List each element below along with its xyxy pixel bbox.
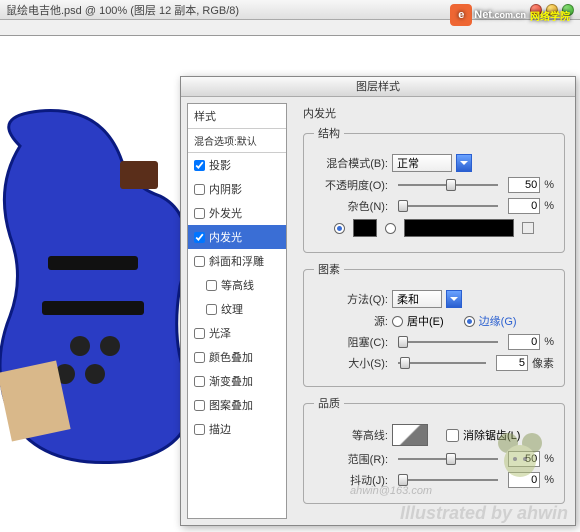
document-title: 鼠绘电吉他.psd @ 100% (图层 12 副本, RGB/8)	[6, 2, 239, 18]
opacity-label: 不透明度(O):	[314, 177, 388, 193]
style-checkbox[interactable]	[206, 304, 217, 315]
quality-legend: 品质	[314, 395, 344, 411]
source-center-radio[interactable]	[392, 316, 403, 327]
style-checkbox[interactable]	[194, 352, 205, 363]
choke-slider[interactable]	[398, 341, 498, 343]
opacity-slider[interactable]	[398, 184, 498, 186]
style-item-label: 图案叠加	[209, 397, 253, 413]
style-item[interactable]: 等高线	[188, 273, 286, 297]
structure-group: 结构 混合模式(B): 正常 不透明度(O): % 杂色(N):	[303, 125, 565, 253]
style-item-label: 投影	[209, 157, 231, 173]
style-checkbox[interactable]	[194, 400, 205, 411]
range-label: 范围(R):	[314, 451, 388, 467]
blend-options-item[interactable]: 混合选项:默认	[188, 129, 286, 153]
elements-group: 图素 方法(Q): 柔和 源: 居中(E) 边缘(G)	[303, 261, 565, 387]
choke-label: 阻塞(C):	[314, 334, 388, 350]
style-item[interactable]: 投影	[188, 153, 286, 177]
color-swatch[interactable]	[353, 219, 377, 237]
antialias-checkbox[interactable]	[446, 429, 459, 442]
style-item[interactable]: 光泽	[188, 321, 286, 345]
size-label: 大小(S):	[314, 355, 388, 371]
noise-input[interactable]	[508, 198, 540, 214]
style-item[interactable]: 图案叠加	[188, 393, 286, 417]
illustrated-by: Illustrated by ahwin	[400, 503, 568, 524]
style-item[interactable]: 纹理	[188, 297, 286, 321]
noise-unit: %	[544, 200, 554, 212]
panel-title: 内发光	[303, 105, 565, 121]
opacity-unit: %	[544, 179, 554, 191]
size-unit: 像素	[532, 355, 554, 371]
source-label: 源:	[314, 313, 388, 329]
size-input[interactable]	[496, 355, 528, 371]
structure-legend: 结构	[314, 125, 344, 141]
mascot-watermark	[490, 429, 550, 492]
opacity-input[interactable]	[508, 177, 540, 193]
range-slider[interactable]	[398, 458, 498, 460]
style-list: 样式 混合选项:默认 投影内阴影外发光内发光斜面和浮雕等高线纹理光泽颜色叠加渐变…	[187, 103, 287, 519]
style-item-label: 等高线	[221, 277, 254, 293]
style-item-label: 纹理	[221, 301, 243, 317]
style-checkbox[interactable]	[194, 232, 205, 243]
dropdown-arrow-icon[interactable]	[446, 290, 462, 308]
style-checkbox[interactable]	[194, 208, 205, 219]
style-item-label: 内阴影	[209, 181, 242, 197]
style-checkbox[interactable]	[194, 328, 205, 339]
style-checkbox[interactable]	[194, 376, 205, 387]
choke-input[interactable]	[508, 334, 540, 350]
gradient-source-radio[interactable]	[385, 223, 396, 234]
blend-mode-label: 混合模式(B):	[314, 155, 388, 171]
gradient-dropdown-icon[interactable]	[522, 222, 534, 234]
style-list-header[interactable]: 样式	[188, 104, 286, 129]
style-checkbox[interactable]	[194, 184, 205, 195]
style-item-label: 外发光	[209, 205, 242, 221]
style-item-label: 颜色叠加	[209, 349, 253, 365]
contour-label: 等高线:	[314, 427, 388, 443]
canvas-area: 图层样式 样式 混合选项:默认 投影内阴影外发光内发光斜面和浮雕等高线纹理光泽颜…	[0, 36, 580, 532]
style-item[interactable]: 描边	[188, 417, 286, 441]
watermark-logo: e Net .com.cn 网络学院	[450, 4, 570, 26]
noise-label: 杂色(N):	[314, 198, 388, 214]
style-item-label: 光泽	[209, 325, 231, 341]
style-checkbox[interactable]	[194, 424, 205, 435]
style-item[interactable]: 斜面和浮雕	[188, 249, 286, 273]
dropdown-arrow-icon[interactable]	[456, 154, 472, 172]
email-credit: ahwin@163.com	[350, 485, 432, 497]
style-item-label: 渐变叠加	[209, 373, 253, 389]
size-slider[interactable]	[398, 362, 486, 364]
style-checkbox[interactable]	[194, 160, 205, 171]
noise-slider[interactable]	[398, 205, 498, 207]
contour-picker[interactable]	[392, 424, 428, 446]
style-item-label: 斜面和浮雕	[209, 253, 264, 269]
gradient-picker[interactable]	[404, 219, 514, 237]
technique-select[interactable]: 柔和	[392, 290, 442, 308]
style-checkbox[interactable]	[206, 280, 217, 291]
style-item-label: 描边	[209, 421, 231, 437]
technique-label: 方法(Q):	[314, 291, 388, 307]
source-center-label: 居中(E)	[407, 313, 444, 329]
style-item[interactable]: 外发光	[188, 201, 286, 225]
dialog-title: 图层样式	[181, 77, 575, 97]
blend-mode-select[interactable]: 正常	[392, 154, 452, 172]
choke-unit: %	[544, 336, 554, 348]
source-edge-label: 边缘(G)	[479, 313, 517, 329]
style-item[interactable]: 内发光	[188, 225, 286, 249]
style-checkbox[interactable]	[194, 256, 205, 267]
color-source-radio[interactable]	[334, 223, 345, 234]
style-item-label: 内发光	[209, 229, 242, 245]
style-item[interactable]: 内阴影	[188, 177, 286, 201]
style-item[interactable]: 渐变叠加	[188, 369, 286, 393]
guitar-illustration	[0, 106, 200, 466]
source-edge-radio[interactable]	[464, 316, 475, 327]
style-item[interactable]: 颜色叠加	[188, 345, 286, 369]
jitter-slider[interactable]	[398, 479, 498, 481]
elements-legend: 图素	[314, 261, 344, 277]
